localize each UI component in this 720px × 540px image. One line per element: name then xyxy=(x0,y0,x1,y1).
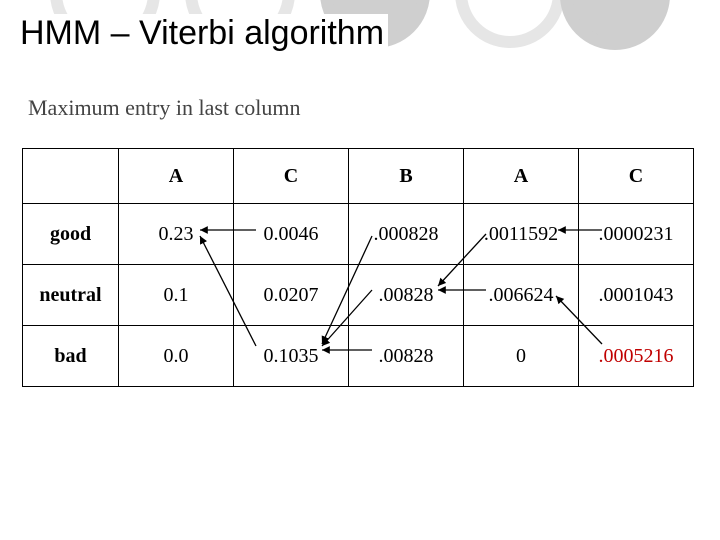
decor-circle xyxy=(560,0,670,50)
cell: .0001043 xyxy=(579,265,694,326)
cell: 0.0 xyxy=(119,326,234,387)
table-header-row: A C B A C xyxy=(23,149,694,204)
cell: 0.1035 xyxy=(234,326,349,387)
cell: 0 xyxy=(464,326,579,387)
header-empty xyxy=(23,149,119,204)
slide-title: HMM – Viterbi algorithm xyxy=(16,14,388,53)
cell: 0.23 xyxy=(119,204,234,265)
row-label: bad xyxy=(23,326,119,387)
col-header: C xyxy=(234,149,349,204)
cell: 0.0207 xyxy=(234,265,349,326)
cell: .006624 xyxy=(464,265,579,326)
cell: .000828 xyxy=(349,204,464,265)
slide-subtitle: Maximum entry in last column xyxy=(28,95,301,121)
viterbi-table: A C B A C good 0.23 0.0046 .000828 .0011… xyxy=(22,148,694,387)
cell-highlight: .0005216 xyxy=(579,326,694,387)
row-label: neutral xyxy=(23,265,119,326)
decor-circle xyxy=(455,0,565,48)
col-header: B xyxy=(349,149,464,204)
col-header: A xyxy=(119,149,234,204)
cell: 0.0046 xyxy=(234,204,349,265)
table-row: bad 0.0 0.1035 .00828 0 .0005216 xyxy=(23,326,694,387)
cell: .00828 xyxy=(349,326,464,387)
viterbi-table-wrap: A C B A C good 0.23 0.0046 .000828 .0011… xyxy=(22,148,694,387)
row-label: good xyxy=(23,204,119,265)
col-header: A xyxy=(464,149,579,204)
cell: .0011592 xyxy=(464,204,579,265)
cell: .00828 xyxy=(349,265,464,326)
cell: .0000231 xyxy=(579,204,694,265)
cell: 0.1 xyxy=(119,265,234,326)
col-header: C xyxy=(579,149,694,204)
table-row: neutral 0.1 0.0207 .00828 .006624 .00010… xyxy=(23,265,694,326)
table-row: good 0.23 0.0046 .000828 .0011592 .00002… xyxy=(23,204,694,265)
